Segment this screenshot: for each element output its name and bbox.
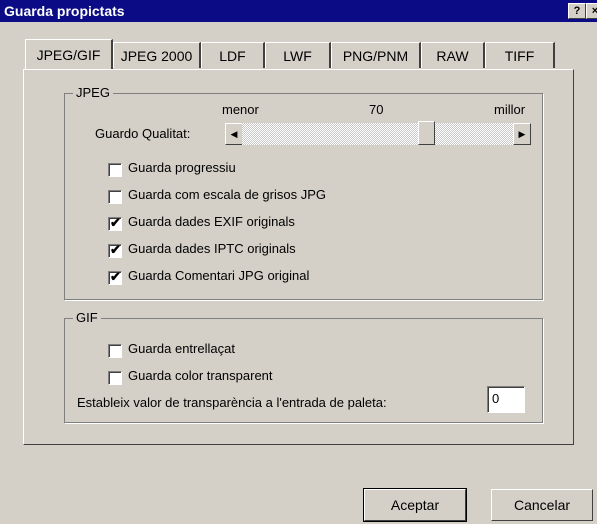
tab-ldf[interactable]: LDF bbox=[201, 42, 265, 68]
exif-checkbox[interactable]: ✔ bbox=[108, 215, 122, 231]
slider-right-arrow-icon[interactable]: ▶ bbox=[513, 123, 531, 145]
tab-bar: JPEG/GIF JPEG 2000 LDF LWF PNG/PNM RAW T… bbox=[0, 39, 597, 70]
gif-group-label: GIF bbox=[73, 310, 101, 325]
progressive-checkbox[interactable] bbox=[108, 163, 122, 177]
close-button[interactable]: × bbox=[586, 3, 597, 19]
progressive-label: Guarda progressiu bbox=[128, 160, 236, 175]
help-button[interactable]: ? bbox=[568, 3, 586, 19]
window-title: Guarda propictats bbox=[4, 3, 125, 19]
exif-label: Guarda dades EXIF originals bbox=[128, 214, 295, 229]
transparent-color-checkbox[interactable] bbox=[108, 371, 122, 385]
tab-jpeg-gif[interactable]: JPEG/GIF bbox=[25, 39, 113, 69]
quality-slider-thumb[interactable] bbox=[418, 121, 435, 145]
properties-dialog: Guarda propictats ? × JPEG/GIF JPEG 2000… bbox=[0, 0, 597, 524]
title-bar: Guarda propictats ? × bbox=[0, 0, 597, 22]
cancel-button[interactable]: Cancelar bbox=[491, 489, 593, 521]
interlaced-checkbox[interactable] bbox=[108, 344, 122, 358]
interlaced-label: Guarda entrellaçat bbox=[128, 341, 235, 356]
grayscale-checkbox[interactable] bbox=[108, 190, 122, 204]
slider-left-arrow-icon[interactable]: ◀ bbox=[225, 123, 243, 145]
tab-tiff[interactable]: TIFF bbox=[485, 42, 555, 68]
transparency-entry-input[interactable]: 0 bbox=[487, 386, 525, 413]
transparency-entry-label: Estableix valor de transparència a l'ent… bbox=[77, 395, 387, 410]
quality-scale-min: menor bbox=[222, 102, 259, 117]
tab-raw[interactable]: RAW bbox=[421, 42, 485, 68]
jpeg-group-label: JPEG bbox=[73, 85, 113, 100]
transparent-color-label: Guarda color transparent bbox=[128, 368, 273, 383]
quality-slider-track[interactable] bbox=[242, 123, 513, 145]
quality-label: Guardo Qualitat: bbox=[95, 126, 191, 141]
ok-button[interactable]: Aceptar bbox=[363, 488, 467, 522]
checkmark-icon: ✔ bbox=[110, 242, 121, 257]
quality-scale-max: millor bbox=[494, 102, 526, 117]
checkmark-icon: ✔ bbox=[110, 215, 121, 230]
tab-jpeg-2000[interactable]: JPEG 2000 bbox=[113, 42, 201, 68]
iptc-checkbox[interactable]: ✔ bbox=[108, 242, 122, 258]
grayscale-label: Guarda com escala de grisos JPG bbox=[128, 187, 326, 202]
quality-scale-value: 70 bbox=[369, 102, 384, 117]
tab-png-pnm[interactable]: PNG/PNM bbox=[331, 42, 421, 68]
iptc-label: Guarda dades IPTC originals bbox=[128, 241, 296, 256]
tab-lwf[interactable]: LWF bbox=[265, 42, 331, 68]
checkmark-icon: ✔ bbox=[110, 269, 121, 284]
jpg-comment-label: Guarda Comentari JPG original bbox=[128, 268, 310, 283]
jpg-comment-checkbox[interactable]: ✔ bbox=[108, 269, 122, 285]
